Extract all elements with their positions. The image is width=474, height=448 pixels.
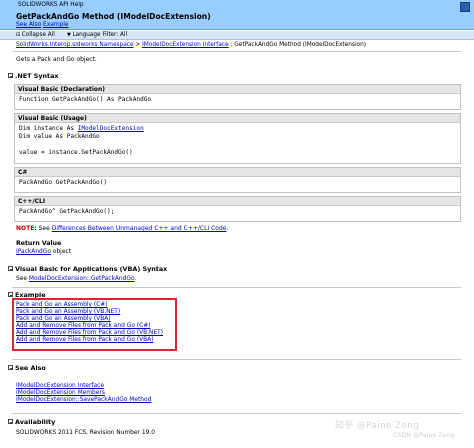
code-block-header: Visual Basic (Usage) xyxy=(15,114,460,123)
csharp-block: C# PackAndGo GetPackAndGo() xyxy=(14,167,461,193)
code-text: Dim instance As IModelDocExtension Dim v… xyxy=(19,125,144,156)
see-also-item[interactable]: IModelDocExtension::SavePackAndGo Method xyxy=(16,397,151,403)
divider xyxy=(12,51,461,52)
vba-method-link[interactable]: ModelDocExtension::GetPackAndGo xyxy=(29,276,135,282)
product-name: SOLIDWORKS API Help xyxy=(18,2,84,8)
collapse-section-icon xyxy=(8,266,13,271)
code-text: PackAndGo^ GetPackAndGo(); xyxy=(19,208,115,215)
code-text: PackAndGo GetPackAndGo() xyxy=(19,179,108,186)
cpp-cli-block: C++/CLI PackAndGo^ GetPackAndGo(); xyxy=(14,196,461,222)
divider xyxy=(12,413,461,414)
breadcrumb-namespace-link[interactable]: SolidWorks.Interop.sldworks Namespace xyxy=(16,42,134,48)
see-also-item[interactable]: IModelDocExtension Interface xyxy=(16,383,104,389)
breadcrumb: SolidWorks.Interop.sldworks Namespace > … xyxy=(16,42,367,48)
vb-usage-block: Visual Basic (Usage) Dim instance As IMo… xyxy=(14,113,461,164)
divider xyxy=(12,359,461,360)
net-syntax-heading[interactable]: .NET Syntax xyxy=(8,72,59,80)
note-text: NOTE: See Differences Between Unmanaged … xyxy=(16,225,229,232)
divider xyxy=(12,287,461,288)
filter-bar: ⊟ Collapse All ▼ Language Filter: All xyxy=(0,31,474,40)
collapse-all-button[interactable]: ⊟ Collapse All xyxy=(16,32,55,38)
code-block-header: C++/CLI xyxy=(15,197,460,206)
collapse-section-icon xyxy=(8,365,13,370)
page-title: GetPackAndGo Method (IModelDocExtension) xyxy=(16,12,211,21)
collapse-section-icon xyxy=(8,419,13,424)
example-link-item[interactable]: Pack and Go an Assembly (VB.NET) xyxy=(16,309,120,315)
vba-syntax-heading[interactable]: Visual Basic for Applications (VBA) Synt… xyxy=(8,265,167,273)
differences-link[interactable]: Differences Between Unmanaged C++ and C+… xyxy=(52,225,227,232)
breadcrumb-interface-link[interactable]: IModelDocExtension Interface xyxy=(142,42,229,48)
vb-declaration-block: Visual Basic (Declaration) Function GetP… xyxy=(14,84,461,110)
example-link-item[interactable]: Add and Remove Files from Pack and Go (V… xyxy=(16,330,163,336)
return-value-heading: Return Value xyxy=(16,240,62,247)
example-link-item[interactable]: Pack and Go an Assembly (VBA) xyxy=(16,316,111,322)
sidebar-toggle-icon[interactable] xyxy=(460,2,470,12)
language-filter-dropdown[interactable]: ▼ Language Filter: All xyxy=(67,32,127,38)
code-block-header: Visual Basic (Declaration) xyxy=(15,85,460,94)
code-block-header: C# xyxy=(15,168,460,177)
see-also-item[interactable]: IModelDocExtension Members xyxy=(16,390,105,396)
return-value-text: IPackAndGo object xyxy=(16,249,71,255)
collapse-section-icon xyxy=(8,292,13,297)
availability-text: SOLIDWORKS 2011 FCS, Revision Number 19.… xyxy=(16,430,155,436)
example-link-item[interactable]: Add and Remove Files from Pack and Go (V… xyxy=(16,337,154,343)
header-links: See Also Example xyxy=(0,21,474,30)
watermark: 知乎 @Paine Zeng xyxy=(335,421,420,431)
example-link[interactable]: Example xyxy=(43,22,69,28)
see-also-heading[interactable]: See Also xyxy=(8,364,46,372)
collapse-section-icon xyxy=(8,73,13,78)
ipackandgo-link[interactable]: IPackAndGo xyxy=(16,249,51,255)
see-also-link[interactable]: See Also xyxy=(16,22,41,28)
watermark-secondary: CSDN @Paine Zeng xyxy=(393,432,455,439)
summary-text: Gets a Pack and Go object. xyxy=(16,56,97,63)
breadcrumb-current: GetPackAndGo Method (IModelDocExtension) xyxy=(234,42,367,48)
example-link-item[interactable]: Pack and Go an Assembly (C#) xyxy=(16,302,108,308)
availability-heading[interactable]: Availability xyxy=(8,418,55,426)
code-text: Function GetPackAndGo() As PackAndGo xyxy=(19,96,152,103)
imodeldocextension-code-link[interactable]: IModelDocExtension xyxy=(78,125,144,132)
example-link-item[interactable]: Add and Remove Files from Pack and Go (C… xyxy=(16,323,150,329)
vba-see-text: See ModelDocExtension::GetPackAndGo. xyxy=(16,276,137,282)
